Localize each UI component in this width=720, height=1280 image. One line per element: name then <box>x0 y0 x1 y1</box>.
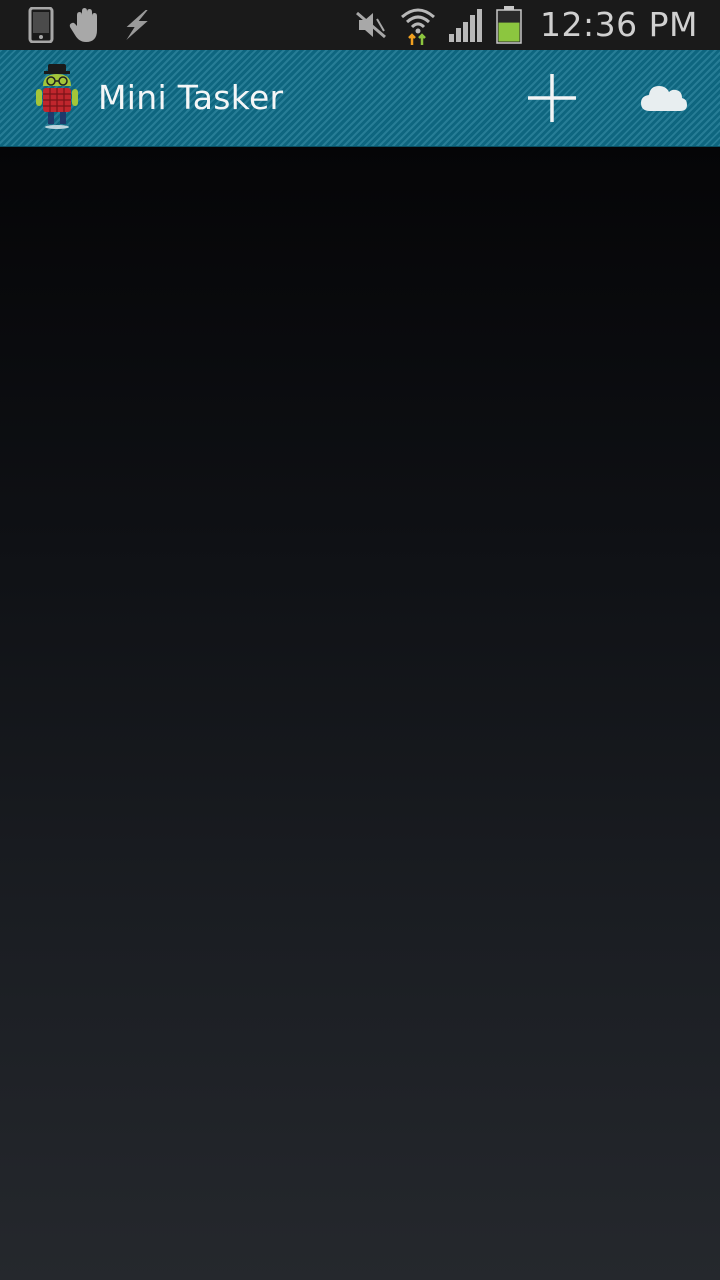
task-list <box>0 147 720 1280</box>
app-screen: 12:36 PM Mini Tasker <box>0 0 720 1280</box>
app-title: Mini Tasker <box>98 78 284 117</box>
flash-icon <box>126 10 148 40</box>
notification-icons <box>28 6 152 44</box>
status-bar: 12:36 PM <box>0 0 720 50</box>
wifi-icon <box>401 8 436 45</box>
phone-icon <box>28 7 54 43</box>
add-task-button[interactable] <box>520 66 584 130</box>
system-icons: 12:36 PM <box>354 0 698 50</box>
cloud-sync-button[interactable] <box>632 66 696 130</box>
cloud-icon <box>641 86 687 111</box>
app-logo-icon[interactable] <box>34 64 80 130</box>
battery-icon <box>496 6 522 44</box>
mute-icon <box>356 11 387 39</box>
clock: 12:36 PM <box>540 5 698 44</box>
signal-icon <box>449 9 483 42</box>
hand-icon <box>69 8 97 42</box>
action-bar: Mini Tasker <box>0 50 720 147</box>
add-icon <box>528 74 576 122</box>
